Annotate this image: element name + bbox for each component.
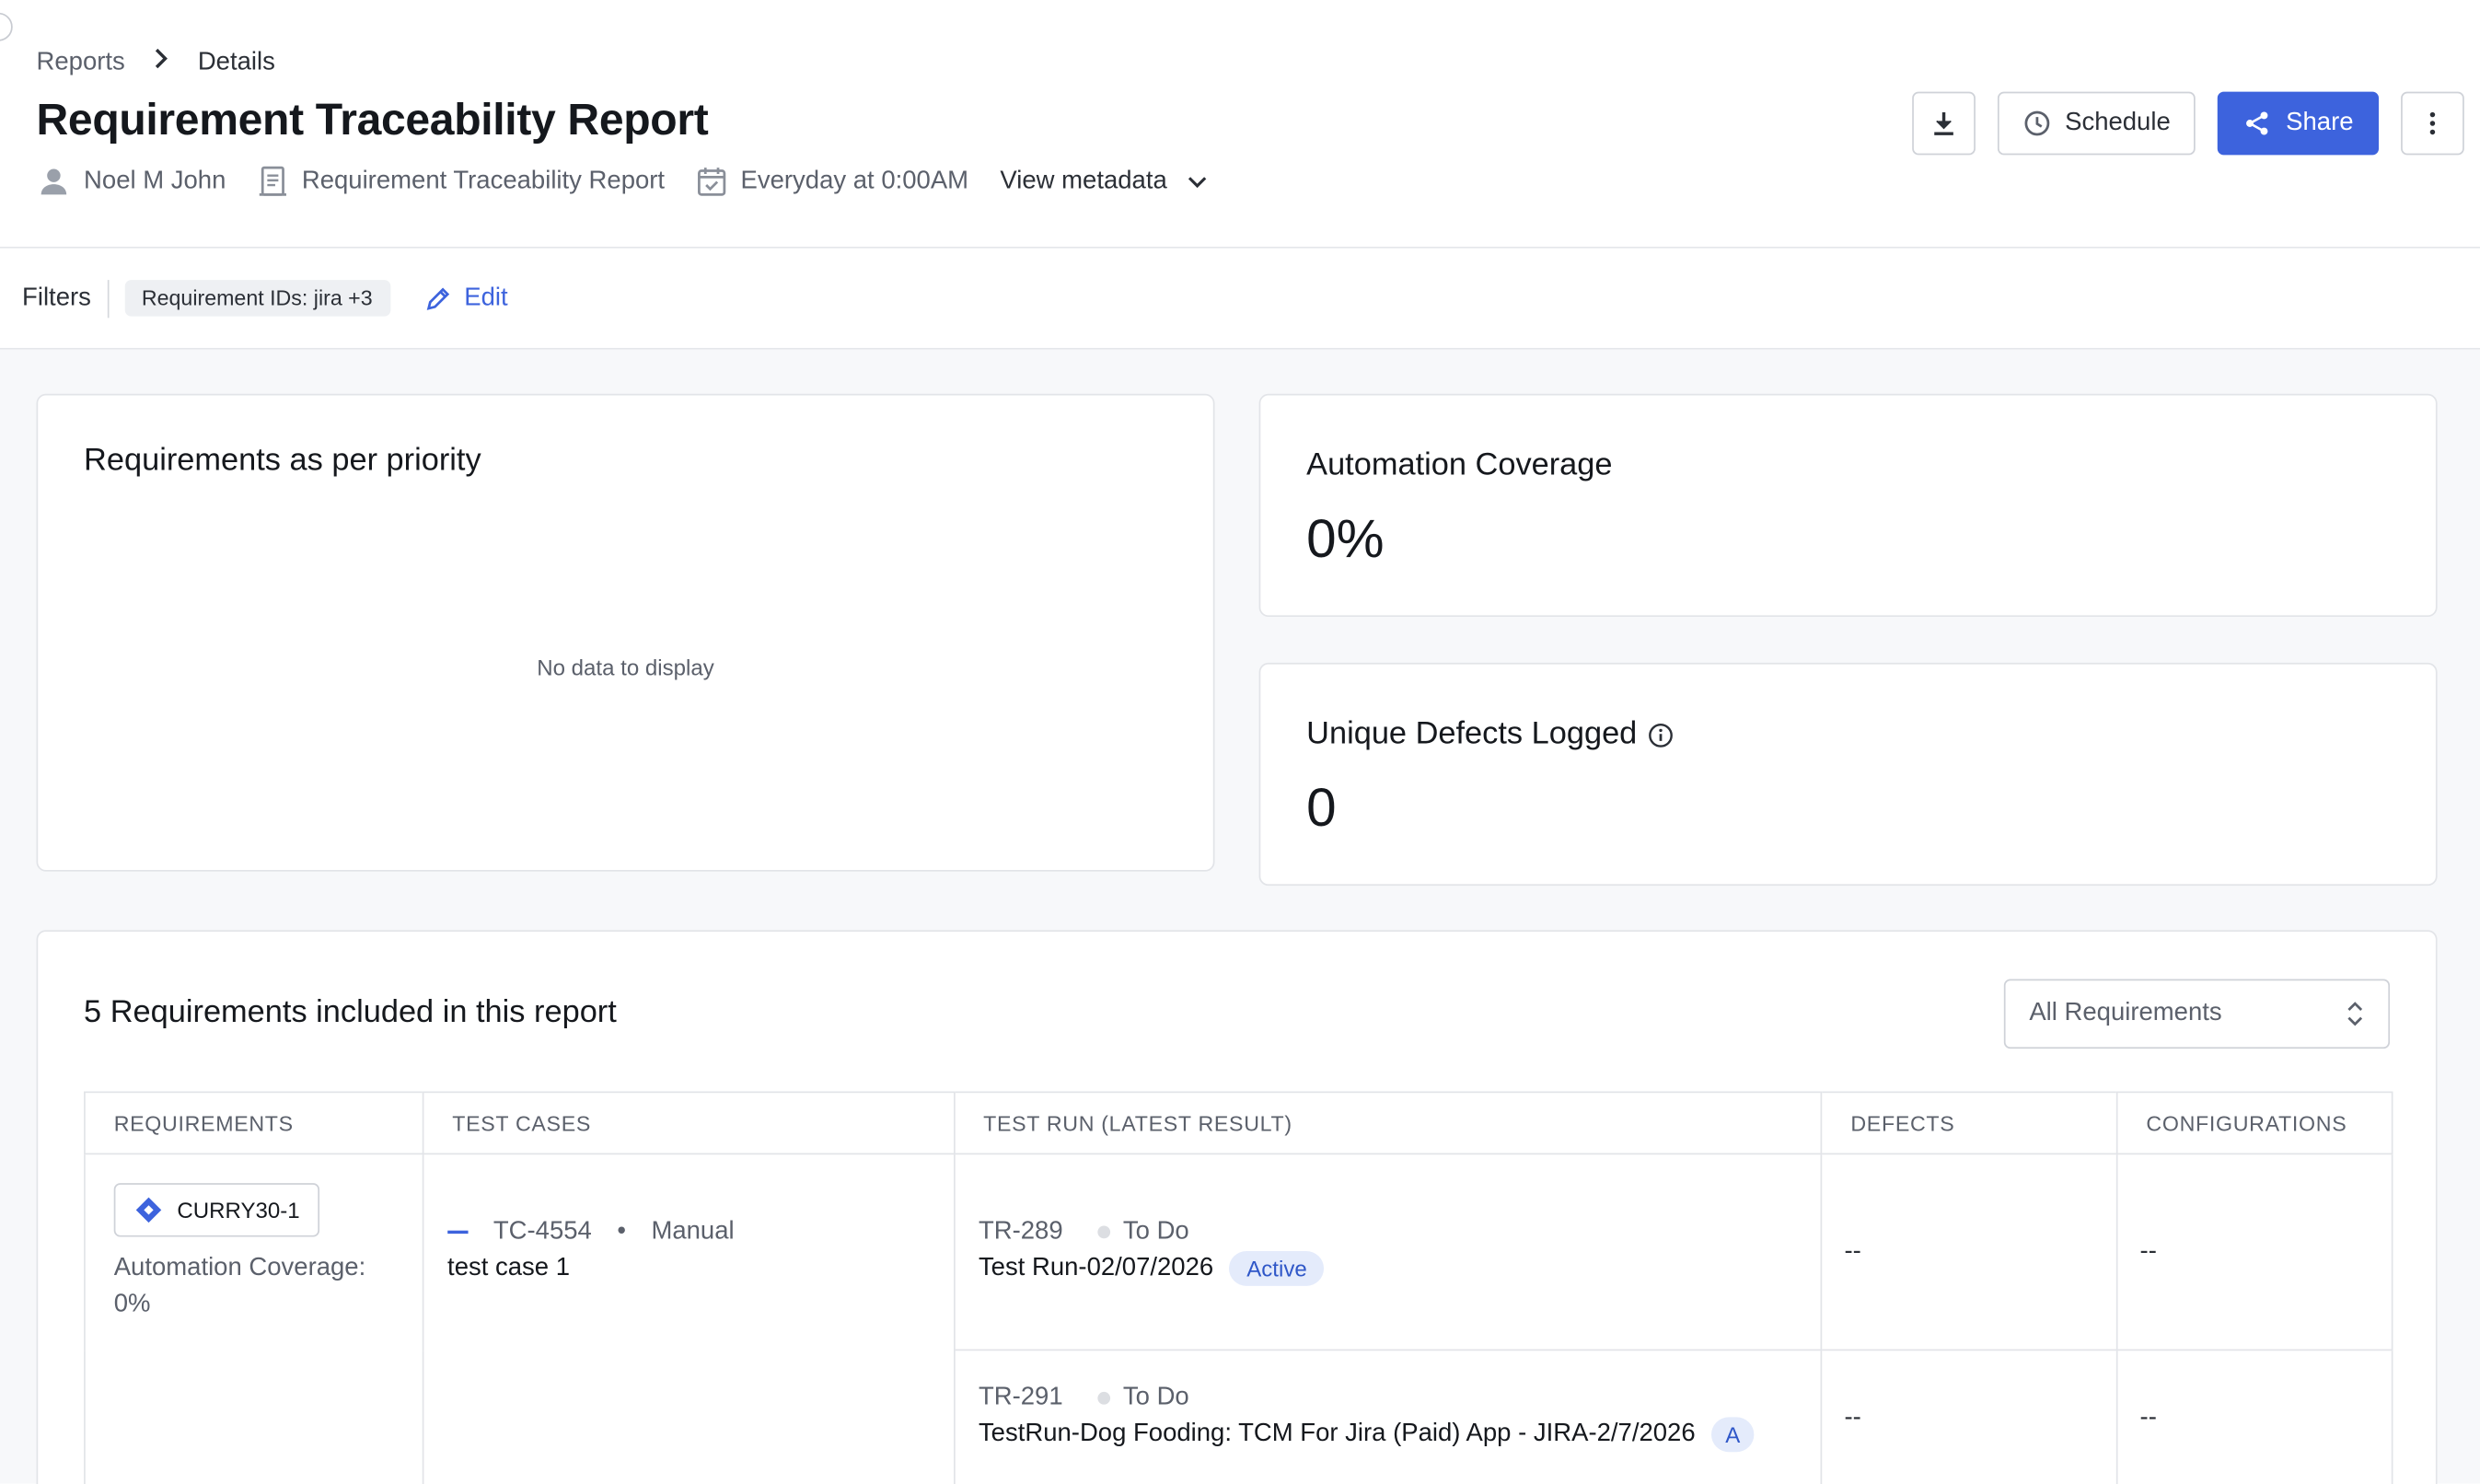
configurations-cell: --	[2116, 1154, 2393, 1351]
pencil-icon	[425, 286, 449, 310]
test-run-id[interactable]: TR-289	[979, 1218, 1063, 1246]
automation-coverage-title: Automation Coverage	[1306, 447, 1613, 483]
column-header-test-run: TEST RUN (LATEST RESULT)	[954, 1092, 1823, 1155]
breadcrumb: Reports Details	[37, 48, 275, 78]
configurations-cell: --	[2116, 1350, 2393, 1484]
report-content: Requirements as per priority No data to …	[0, 349, 2480, 1484]
test-run-status: To Do	[1122, 1384, 1189, 1411]
automation-coverage-value: 0%	[1306, 509, 1385, 570]
test-run-name[interactable]: Test Run-02/07/2026	[979, 1254, 1213, 1282]
column-header-requirements: REQUIREMENTS	[84, 1092, 424, 1155]
clock-icon	[2023, 110, 2049, 136]
unique-defects-title: Unique Defects Logged	[1306, 716, 1674, 753]
chevron-right-icon	[154, 48, 169, 78]
priority-card: Requirements as per priority No data to …	[36, 393, 1215, 872]
meta-schedule-text: Everyday at 0:00AM	[740, 168, 969, 195]
priority-medium-icon	[447, 1230, 469, 1235]
page-title: Requirement Traceability Report	[36, 95, 709, 145]
share-icon	[2246, 111, 2268, 135]
meta-schedule: Everyday at 0:00AM	[696, 165, 968, 200]
user-icon	[41, 168, 67, 195]
table-row: CURRY30-1 Automation Coverage: 0% TC-455…	[84, 1154, 2393, 1484]
more-vertical-icon	[2429, 111, 2436, 135]
page: Reports Details Requirement Traceability…	[0, 0, 2480, 1484]
requirement-tag[interactable]: CURRY30-1	[113, 1183, 319, 1237]
defects-cell: --	[1821, 1154, 2118, 1351]
requirements-table: REQUIREMENTS TEST CASES TEST RUN (LATEST…	[84, 1091, 2393, 1484]
schedule-button[interactable]: Schedule	[1997, 91, 2196, 156]
filters-bar: Filters Requirement IDs: jira +3 Edit	[0, 248, 2480, 350]
meta-owner: Noel M John	[37, 165, 226, 200]
status-badge: Active	[1229, 1251, 1325, 1286]
meta-owner-text: Noel M John	[84, 168, 226, 195]
automation-coverage-card: Automation Coverage 0%	[1258, 393, 2438, 618]
column-header-test-cases: TEST CASES	[423, 1092, 956, 1155]
test-run-status: To Do	[1122, 1217, 1189, 1246]
calendar-check-icon	[698, 168, 726, 196]
collapse-handle[interactable]	[0, 12, 13, 41]
test-case-cell: TC-4554 • Manual test case 1	[423, 1154, 956, 1484]
unique-defects-title-text: Unique Defects Logged	[1306, 716, 1638, 752]
jira-icon	[135, 1197, 162, 1223]
report-header: Reports Details Requirement Traceability…	[0, 0, 2480, 249]
requirement-id: CURRY30-1	[177, 1197, 300, 1223]
share-label: Share	[2286, 109, 2354, 136]
test-run-id[interactable]: TR-291	[979, 1384, 1063, 1412]
column-header-defects: DEFECTS	[1821, 1092, 2118, 1155]
requirements-title: 5 Requirements included in this report	[84, 994, 617, 1030]
view-metadata-toggle[interactable]: View metadata	[1000, 168, 1208, 196]
column-header-configurations: CONFIGURATIONS	[2116, 1092, 2393, 1155]
breadcrumb-current: Details	[197, 48, 275, 75]
separator-dot: •	[617, 1217, 626, 1246]
requirement-coverage-value: 0%	[113, 1290, 151, 1318]
unique-defects-card: Unique Defects Logged 0	[1258, 662, 2438, 887]
requirements-card: 5 Requirements included in this report A…	[36, 930, 2438, 1484]
chevron-down-icon	[1188, 177, 1207, 189]
share-button[interactable]: Share	[2218, 91, 2380, 156]
filters-label: Filters	[22, 279, 109, 318]
edit-label: Edit	[464, 284, 508, 311]
requirements-filter-select[interactable]: All Requirements	[2003, 979, 2391, 1049]
test-case-name[interactable]: test case 1	[447, 1254, 930, 1282]
table-header-row: REQUIREMENTS TEST CASES TEST RUN (LATEST…	[84, 1092, 2393, 1155]
view-metadata-label: View metadata	[1000, 168, 1167, 195]
test-run-name-row: TestRun-Dog Fooding: TCM For Jira (Paid)…	[979, 1417, 1797, 1453]
filter-chip-requirement-ids[interactable]: Requirement IDs: jira +3	[123, 280, 390, 317]
report-meta: Noel M John Requirement Traceability Rep…	[37, 165, 1209, 200]
meta-report-type-text: Requirement Traceability Report	[301, 168, 666, 195]
status-dot-icon	[1097, 1391, 1111, 1405]
info-icon[interactable]	[1648, 722, 1673, 747]
unique-defects-value: 0	[1306, 778, 1337, 839]
meta-report-type: Requirement Traceability Report	[258, 165, 665, 200]
requirement-cell: CURRY30-1 Automation Coverage: 0%	[84, 1154, 424, 1484]
download-icon	[1933, 111, 1953, 135]
empty-state-text: No data to display	[537, 655, 714, 680]
requirement-coverage-label: Automation Coverage:	[113, 1254, 366, 1281]
schedule-label: Schedule	[2065, 109, 2171, 136]
test-case-meta: TC-4554 • Manual	[447, 1218, 930, 1246]
requirement-coverage: Automation Coverage: 0%	[114, 1249, 394, 1322]
defects-cell: --	[1821, 1350, 2118, 1484]
status-dot-icon	[1097, 1225, 1111, 1239]
download-button[interactable]	[1911, 91, 1976, 156]
header-actions: Schedule Share	[1889, 91, 2464, 156]
document-icon	[259, 166, 286, 196]
test-case-type: Manual	[651, 1217, 735, 1246]
test-run-cell: TR-291 To Do TestRun-Dog Fooding: TCM Fo…	[954, 1350, 1823, 1484]
test-run-meta: TR-291 To Do	[979, 1384, 1797, 1412]
test-run-name-row: Test Run-02/07/2026 Active	[979, 1251, 1797, 1286]
test-run-cell: TR-289 To Do Test Run-02/07/2026 Active	[954, 1154, 1823, 1351]
breadcrumb-reports-link[interactable]: Reports	[37, 48, 125, 76]
requirements-filter-value: All Requirements	[2029, 999, 2222, 1027]
edit-filters-button[interactable]: Edit	[424, 284, 508, 312]
test-run-meta: TR-289 To Do	[979, 1218, 1797, 1246]
sort-updown-icon	[2347, 1002, 2363, 1026]
more-options-button[interactable]	[2401, 91, 2464, 156]
test-case-id[interactable]: TC-4554	[493, 1218, 592, 1246]
test-run-name[interactable]: TestRun-Dog Fooding: TCM For Jira (Paid)…	[979, 1420, 1696, 1449]
status-badge: A	[1710, 1417, 1755, 1453]
priority-card-title: Requirements as per priority	[84, 443, 481, 478]
